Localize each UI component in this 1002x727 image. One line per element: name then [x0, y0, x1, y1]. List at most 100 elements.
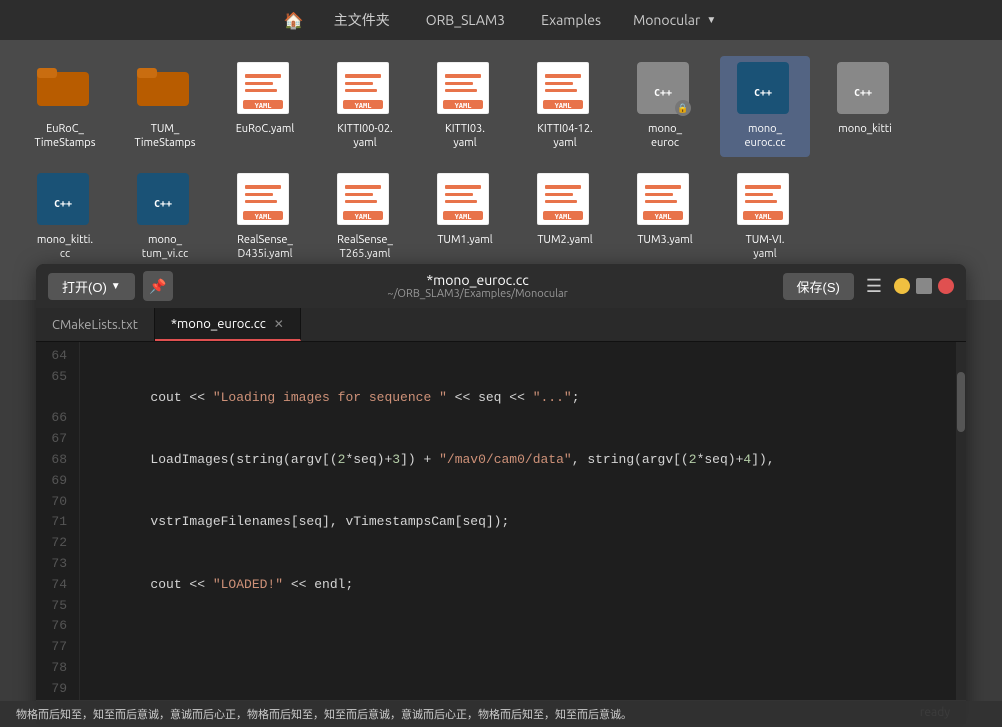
yaml-icon-kitti03: YAML: [437, 62, 493, 118]
nav-item-examples[interactable]: Examples: [523, 0, 619, 40]
yaml-icon-kitti04: YAML: [537, 62, 593, 118]
file-label-realsense-d435i-yaml: RealSense_D435i.yaml: [237, 233, 293, 262]
yaml-icon-tum2: YAML: [537, 173, 593, 229]
home-icon[interactable]: 🏠: [272, 11, 316, 30]
file-item-tum-timestamps[interactable]: TUM_TimeStamps: [120, 56, 210, 157]
yaml-icon-realsense-d435i: YAML: [237, 173, 293, 229]
file-item-mono-euroc[interactable]: C++ 🔒 mono_euroc: [620, 56, 710, 157]
svg-text:YAML: YAML: [455, 102, 472, 110]
file-item-kitti04-yaml[interactable]: YAML KITTI04-12.yaml: [520, 56, 610, 157]
file-label-tum3-yaml: TUM3.yaml: [637, 233, 692, 247]
file-label-mono-kitti-cc: mono_kitti.cc: [37, 233, 93, 262]
maximize-button[interactable]: □: [916, 278, 932, 294]
code-line-66: cout << "LOADED!" << endl;: [88, 575, 948, 596]
monocular-dropdown-arrow: ▼: [706, 14, 716, 26]
minimize-button[interactable]: —: [894, 278, 910, 294]
file-item-tum3-yaml[interactable]: YAML TUM3.yaml: [620, 167, 710, 268]
svg-text:C++: C++: [154, 199, 172, 210]
file-label-mono-kitti: mono_kitti: [838, 122, 892, 136]
scrollbar-thumb[interactable]: [957, 372, 965, 432]
file-item-mono-tum-vi-cc[interactable]: C++ mono_tum_vi.cc: [120, 167, 210, 268]
svg-text:C++: C++: [654, 88, 672, 99]
editor-path: ~/ORB_SLAM3/Examples/Monocular: [181, 288, 775, 300]
folder-icon-euroc: [37, 62, 93, 118]
pin-button[interactable]: 📌: [143, 271, 173, 301]
tab-cmake-label: CMakeLists.txt: [52, 318, 138, 332]
nav-monocular-label: Monocular: [633, 12, 700, 28]
svg-text:YAML: YAML: [355, 102, 372, 110]
svg-text:C++: C++: [854, 88, 872, 99]
svg-text:YAML: YAML: [755, 213, 772, 221]
tab-mono-euroc-label: *mono_euroc.cc: [171, 317, 266, 331]
file-item-tum2-yaml[interactable]: YAML TUM2.yaml: [520, 167, 610, 268]
folder-icon-tum: [137, 62, 193, 118]
top-nav: 🏠 主文件夹 ORB_SLAM3 Examples Monocular ▼: [0, 0, 1002, 40]
file-label-kitti00-yaml: KITTI00-02.yaml: [337, 122, 393, 151]
yaml-icon-tum-vi: YAML: [737, 173, 793, 229]
svg-text:YAML: YAML: [255, 102, 272, 110]
yaml-icon-tum1: YAML: [437, 173, 493, 229]
nav-item-orbslam3[interactable]: ORB_SLAM3: [408, 0, 523, 40]
file-label-tum1-yaml: TUM1.yaml: [437, 233, 492, 247]
cpp-icon-mono-euroc: C++ 🔒: [637, 62, 693, 118]
code-line-65: LoadImages(string(argv[(2*seq)+3]) + "/m…: [88, 450, 948, 471]
file-label-mono-tum-vi-cc: mono_tum_vi.cc: [142, 233, 188, 262]
menu-button[interactable]: ☰: [862, 276, 886, 297]
cpp-icon-mono-kitti-cc: C++: [37, 173, 93, 229]
editor-filename: *mono_euroc.cc: [181, 272, 775, 288]
tab-cmake[interactable]: CMakeLists.txt: [36, 308, 155, 341]
editor-content[interactable]: 64 65 66 67 68 69 70 71 72 73 74 75 76 7…: [36, 342, 966, 700]
file-item-mono-euroc-cc[interactable]: C++ mono_euroc.cc: [720, 56, 810, 157]
editor-title-center: *mono_euroc.cc ~/ORB_SLAM3/Examples/Mono…: [181, 272, 775, 300]
editor-titlebar: 打开(O) ▼ 📌 *mono_euroc.cc ~/ORB_SLAM3/Exa…: [36, 264, 966, 308]
nav-item-home[interactable]: 主文件夹: [316, 0, 408, 40]
file-label-tum-vi-yaml: TUM-VI.yaml: [746, 233, 785, 262]
code-line-65b: vstrImageFilenames[seq], vTimestampsCam[…: [88, 512, 948, 533]
open-button-label: 打开(O): [62, 277, 107, 296]
file-manager: EuRoC_TimeStamps TUM_TimeStamps: [0, 40, 1002, 300]
file-item-tum1-yaml[interactable]: YAML TUM1.yaml: [420, 167, 510, 268]
open-button-arrow: ▼: [111, 281, 121, 292]
editor-scrollbar[interactable]: [956, 342, 966, 700]
editor-window: 打开(O) ▼ 📌 *mono_euroc.cc ~/ORB_SLAM3/Exa…: [36, 264, 966, 724]
yaml-icon-tum3: YAML: [637, 173, 693, 229]
svg-text:C++: C++: [754, 88, 772, 99]
file-item-euroc-yaml[interactable]: YAML EuRoC.yaml: [220, 56, 310, 157]
file-label-realsense-t265-yaml: RealSense_T265.yaml: [337, 233, 393, 262]
nav-item-monocular[interactable]: Monocular ▼: [619, 0, 730, 40]
tab-close-icon[interactable]: ✕: [274, 317, 284, 331]
file-item-kitti00-yaml[interactable]: YAML KITTI00-02.yaml: [320, 56, 410, 157]
window-controls: — □ ✕: [894, 278, 954, 294]
svg-text:YAML: YAML: [655, 213, 672, 221]
line-numbers: 64 65 66 67 68 69 70 71 72 73 74 75 76 7…: [36, 342, 80, 700]
code-area[interactable]: cout << "Loading images for sequence " <…: [80, 342, 956, 700]
file-item-mono-kitti[interactable]: C++ mono_kitti: [820, 56, 910, 157]
file-item-euroc-timestamps[interactable]: EuRoC_TimeStamps: [20, 56, 110, 157]
file-grid: EuRoC_TimeStamps TUM_TimeStamps: [20, 56, 982, 267]
code-line-67: [88, 637, 948, 658]
svg-text:YAML: YAML: [255, 213, 272, 221]
file-item-realsense-d435i-yaml[interactable]: YAML RealSense_D435i.yaml: [220, 167, 310, 268]
file-label-kitti03-yaml: KITTI03.yaml: [445, 122, 485, 151]
open-button[interactable]: 打开(O) ▼: [48, 273, 135, 300]
svg-text:YAML: YAML: [455, 213, 472, 221]
file-item-tum-vi-yaml[interactable]: YAML TUM-VI.yaml: [720, 167, 810, 268]
file-label-mono-euroc-cc: mono_euroc.cc: [744, 122, 785, 151]
cpp-icon-mono-kitti: C++: [837, 62, 893, 118]
file-label-euroc-timestamps: EuRoC_TimeStamps: [34, 122, 95, 151]
file-item-mono-kitti-cc[interactable]: C++ mono_kitti.cc: [20, 167, 110, 268]
file-label-tum2-yaml: TUM2.yaml: [537, 233, 592, 247]
svg-text:YAML: YAML: [555, 213, 572, 221]
tab-mono-euroc-cc[interactable]: *mono_euroc.cc ✕: [155, 308, 301, 341]
file-label-kitti04-yaml: KITTI04-12.yaml: [537, 122, 593, 151]
svg-text:YAML: YAML: [355, 213, 372, 221]
file-item-realsense-t265-yaml[interactable]: YAML RealSense_T265.yaml: [320, 167, 410, 268]
svg-text:YAML: YAML: [555, 102, 572, 110]
close-button[interactable]: ✕: [938, 278, 954, 294]
file-item-kitti03-yaml[interactable]: YAML KITTI03.yaml: [420, 56, 510, 157]
editor-tabs: CMakeLists.txt *mono_euroc.cc ✕: [36, 308, 966, 342]
file-label-mono-euroc: mono_euroc: [648, 122, 682, 151]
svg-text:C++: C++: [54, 199, 72, 210]
tooltip-bar: 物格而后知至，知至而后意诚，意诚而后心正，物格而后知至，知至而后意诚，意诚而后心…: [0, 701, 1002, 727]
save-button[interactable]: 保存(S): [783, 273, 854, 300]
